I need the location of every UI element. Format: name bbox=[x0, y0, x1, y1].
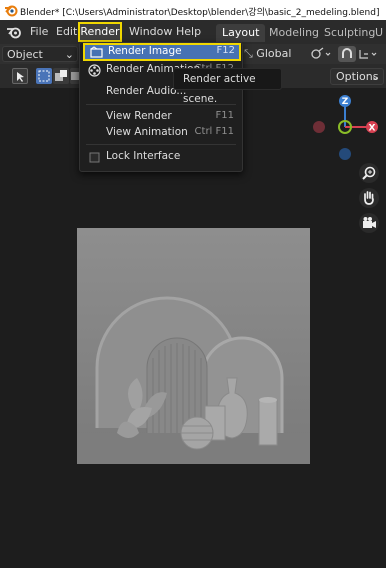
camera-icon bbox=[363, 217, 376, 228]
menu-item-label: Render Image bbox=[108, 45, 182, 57]
magnet-icon bbox=[342, 48, 352, 58]
box-select-icon bbox=[38, 70, 50, 82]
select-extend-icon bbox=[55, 70, 67, 81]
menu-item-view-animation[interactable]: View Animation Ctrl F11 bbox=[80, 124, 240, 142]
menu-item-shortcut: Ctrl F11 bbox=[194, 126, 234, 137]
tab-modeling[interactable]: Modeling bbox=[263, 24, 325, 42]
render-animation-icon bbox=[88, 64, 101, 77]
menu-window[interactable]: Window bbox=[129, 25, 172, 38]
mode-dropdown[interactable]: Object Mode ⌄ bbox=[2, 46, 78, 76]
select-extend-button[interactable] bbox=[53, 68, 69, 84]
x-axis-label: X bbox=[369, 124, 376, 134]
menu-edit[interactable]: Edit bbox=[56, 25, 77, 38]
window-titlebar: Blender* [C:\Users\Administrator\Desktop… bbox=[0, 0, 386, 20]
menu-item-lock-interface[interactable]: Lock Interface bbox=[80, 148, 240, 166]
select-tool-button[interactable] bbox=[12, 68, 28, 84]
orientation-icon: ⤡ bbox=[244, 47, 257, 60]
select-new-button[interactable] bbox=[36, 68, 52, 84]
blender-logo-icon bbox=[5, 5, 18, 17]
menu-item-label: View Animation bbox=[106, 126, 188, 138]
pan-button[interactable] bbox=[359, 188, 379, 208]
options-dropdown[interactable]: Options ⌄ bbox=[330, 68, 384, 85]
pivot-point-icon[interactable] bbox=[310, 47, 332, 61]
tab-uv-truncated[interactable]: U bbox=[373, 24, 385, 42]
cursor-arrow-icon bbox=[17, 72, 24, 82]
camera-view-button[interactable] bbox=[359, 213, 379, 233]
render-dropdown-menu: Render Image F12 Render Animation Ctrl F… bbox=[79, 42, 243, 172]
orientation-dropdown[interactable]: ⤡ Global ⌄ bbox=[240, 46, 300, 75]
rendered-scene-image bbox=[77, 228, 310, 464]
menu-item-label: View Render bbox=[106, 110, 172, 122]
chevron-down-icon: ⌄ bbox=[64, 48, 74, 61]
menu-item-render-image[interactable]: Render Image F12 bbox=[83, 43, 241, 61]
blender-menu-icon[interactable] bbox=[6, 24, 22, 40]
hand-icon bbox=[364, 191, 374, 205]
tooltip: Render active scene. bbox=[173, 68, 282, 105]
snap-toggle[interactable] bbox=[338, 46, 356, 62]
menu-item-label: Lock Interface bbox=[106, 150, 181, 162]
menu-help[interactable]: Help bbox=[176, 25, 201, 38]
snap-target-icon[interactable] bbox=[358, 47, 384, 61]
menu-file[interactable]: File bbox=[30, 25, 48, 38]
camera-render-preview bbox=[77, 228, 310, 464]
menu-render[interactable]: Render bbox=[78, 22, 122, 42]
orientation-label: Global bbox=[256, 47, 292, 60]
z-axis-label: Z bbox=[342, 97, 349, 107]
neg-x-axis-handle[interactable] bbox=[313, 121, 325, 133]
zoom-icon bbox=[362, 166, 376, 180]
render-image-icon bbox=[90, 46, 103, 58]
menu-item-shortcut: F12 bbox=[216, 45, 235, 56]
tab-sculpting[interactable]: Sculpting bbox=[318, 24, 381, 42]
navigation-gizmo[interactable]: Z X bbox=[305, 92, 385, 172]
menu-item-shortcut: F11 bbox=[215, 110, 234, 121]
menu-separator bbox=[86, 144, 236, 145]
window-title: Blender* [C:\Users\Administrator\Desktop… bbox=[20, 8, 380, 18]
checkbox-icon[interactable] bbox=[88, 151, 101, 164]
zoom-button[interactable] bbox=[359, 163, 379, 183]
tab-layout[interactable]: Layout bbox=[216, 24, 266, 42]
neg-z-axis-handle[interactable] bbox=[339, 148, 351, 160]
chevron-down-icon: ⌄ bbox=[370, 70, 380, 83]
